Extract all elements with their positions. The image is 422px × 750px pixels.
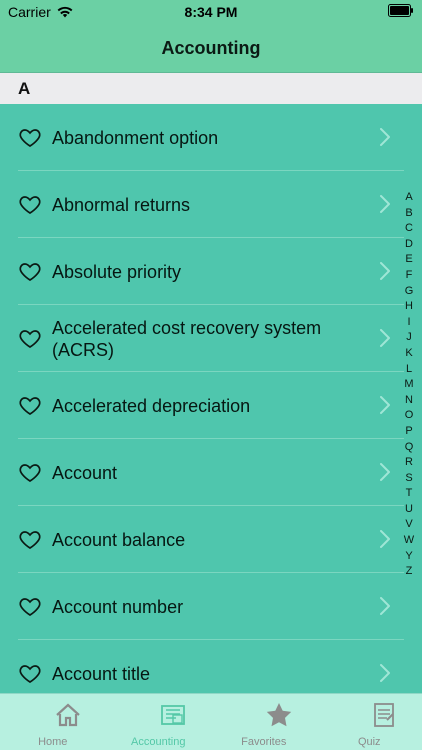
list-item[interactable]: Account balance	[0, 506, 422, 573]
tab-favorites[interactable]: Favorites	[211, 694, 317, 750]
term-label: Absolute priority	[52, 261, 182, 282]
heart-icon[interactable]	[18, 259, 42, 283]
terms-list: Abandonment option Abnormal returns Abso…	[0, 104, 422, 694]
index-letter[interactable]: U	[405, 502, 413, 518]
index-letter[interactable]: Q	[405, 440, 414, 456]
index-letter[interactable]: Y	[405, 549, 412, 565]
index-letter[interactable]: H	[405, 299, 413, 315]
index-letter[interactable]: G	[405, 284, 414, 300]
section-letter: A	[18, 78, 31, 98]
chevron-right-icon	[380, 262, 390, 280]
heart-icon[interactable]	[18, 594, 42, 618]
index-letter[interactable]: K	[405, 346, 412, 362]
chevron-right-icon	[380, 128, 390, 146]
index-letter[interactable]: M	[404, 377, 413, 393]
list-item[interactable]: Account	[0, 439, 422, 506]
chevron-right-icon	[380, 329, 390, 347]
tab-bar: Home Accounting Favorites Quiz	[0, 693, 422, 750]
chevron-right-icon	[380, 597, 390, 615]
nav-bar: Accounting	[0, 24, 422, 73]
chevron-right-icon	[380, 463, 390, 481]
index-letter[interactable]: Z	[406, 564, 413, 580]
term-label: Account title	[52, 663, 151, 684]
index-letter[interactable]: L	[406, 362, 412, 378]
page-title: Accounting	[161, 37, 261, 58]
index-letter[interactable]: P	[405, 424, 412, 440]
alphabet-index[interactable]: ABCDEFGHIJKLMNOPQRSTUVWYZ	[402, 190, 416, 580]
term-label: Accelerated cost recovery system (ACRS)	[52, 317, 322, 360]
heart-icon[interactable]	[18, 460, 42, 484]
term-label: Abandonment option	[52, 127, 219, 148]
list-item[interactable]: Abandonment option	[0, 104, 422, 171]
chevron-right-icon	[380, 530, 390, 548]
list-item[interactable]: Accelerated depreciation	[0, 372, 422, 439]
tab-accounting[interactable]: Accounting	[106, 694, 212, 750]
heart-icon[interactable]	[18, 393, 42, 417]
index-letter[interactable]: C	[405, 221, 413, 237]
heart-icon[interactable]	[18, 192, 42, 216]
heart-icon[interactable]	[18, 326, 42, 350]
heart-icon[interactable]	[18, 125, 42, 149]
index-letter[interactable]: W	[404, 533, 414, 549]
index-letter[interactable]: O	[405, 408, 414, 424]
list-item[interactable]: Absolute priority	[0, 238, 422, 305]
index-letter[interactable]: R	[405, 455, 413, 471]
index-letter[interactable]: N	[405, 393, 413, 409]
tab-label: Quiz	[357, 736, 381, 748]
index-letter[interactable]: F	[406, 268, 413, 284]
term-label: Abnormal returns	[52, 194, 191, 215]
chevron-right-icon	[380, 664, 390, 682]
index-letter[interactable]: J	[406, 330, 412, 346]
section-header: A	[0, 73, 422, 104]
tab-label: Accounting	[131, 736, 186, 748]
index-letter[interactable]: B	[405, 206, 412, 222]
chevron-right-icon	[380, 396, 390, 414]
index-letter[interactable]: D	[405, 237, 413, 253]
battery-icon	[388, 4, 414, 20]
list-item[interactable]: Abnormal returns	[0, 171, 422, 238]
index-letter[interactable]: V	[405, 517, 412, 533]
status-time: 8:34 PM	[184, 4, 238, 20]
heart-icon[interactable]	[18, 527, 42, 551]
list-item[interactable]: Accelerated cost recovery system (ACRS)	[0, 305, 422, 372]
index-letter[interactable]: S	[405, 471, 412, 487]
tab-home[interactable]: Home	[0, 694, 106, 750]
term-label: Account	[52, 462, 118, 483]
list-item[interactable]: Account title	[0, 640, 422, 694]
term-label: Account number	[52, 596, 184, 617]
index-letter[interactable]: A	[405, 190, 412, 206]
tab-quiz[interactable]: Quiz	[317, 694, 422, 750]
list-item[interactable]: Account number	[0, 573, 422, 640]
tab-label: Favorites	[241, 736, 287, 748]
term-label: Accelerated depreciation	[52, 395, 251, 416]
chevron-right-icon	[380, 195, 390, 213]
index-letter[interactable]: I	[407, 315, 410, 331]
term-label: Account balance	[52, 529, 186, 550]
index-letter[interactable]: T	[406, 486, 413, 502]
index-letter[interactable]: E	[405, 252, 412, 268]
heart-icon[interactable]	[18, 661, 42, 685]
tab-label: Home	[38, 736, 68, 748]
status-bar: Carrier 8:34 PM	[0, 0, 422, 24]
